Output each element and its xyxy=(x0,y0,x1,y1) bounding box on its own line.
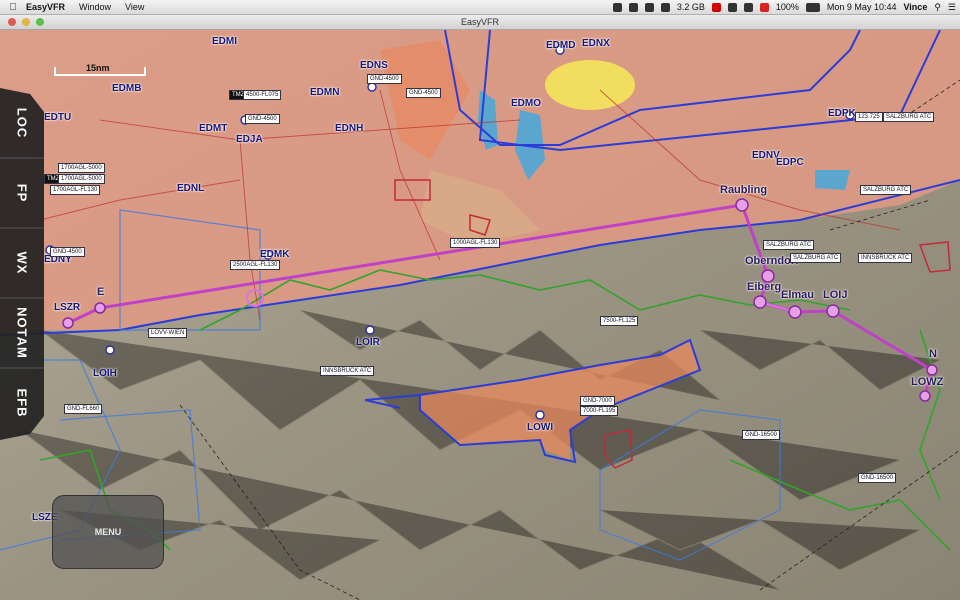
window-titlebar[interactable]: EasyVFR xyxy=(0,15,960,30)
waypoint-loij[interactable]: LOIJ xyxy=(823,289,847,301)
tag-edmt-alt: 4500-FL075 xyxy=(243,90,282,100)
zoom-icon[interactable] xyxy=(36,18,44,26)
waypoint-e[interactable]: E xyxy=(97,286,104,298)
spotlight-icon[interactable]: ⚲ xyxy=(934,2,941,13)
menu-button[interactable]: MENU xyxy=(52,495,164,569)
tab-notam-label: NOTAM xyxy=(14,307,30,359)
tag-salzburg3: SALZBURG ATC xyxy=(763,240,815,250)
airplay-icon[interactable] xyxy=(727,2,737,12)
scale-tick-right xyxy=(144,67,146,76)
airport-edmi[interactable]: EDMI xyxy=(212,36,237,47)
side-tab-bar: LOC FP WX NOTAM EFB xyxy=(0,88,44,440)
waypoint-n[interactable]: N xyxy=(929,348,937,360)
battery-readout[interactable]: 100% xyxy=(776,2,799,12)
airport-edtu[interactable]: EDTU xyxy=(44,112,71,123)
tab-efb-label: EFB xyxy=(14,388,30,418)
airport-edns[interactable]: EDNS xyxy=(360,60,388,71)
apple-icon[interactable]:  xyxy=(0,2,26,13)
tag-innsbruck2: INNSBRUCK ATC xyxy=(320,366,375,376)
record-icon[interactable] xyxy=(711,2,721,12)
vfr-map[interactable]: 15nm EDMI EDMB EDTU EDMT EDJA EDNS EDMN … xyxy=(0,30,960,600)
tag-lowi-gnd: GND-7000 xyxy=(580,396,615,406)
tab-loc[interactable]: LOC xyxy=(0,88,44,158)
tab-fp-label: FP xyxy=(14,183,30,203)
tag-gnd-16500a: GND-16500 xyxy=(742,430,781,440)
tab-loc-label: LOC xyxy=(14,107,30,139)
battery-icon[interactable] xyxy=(805,2,820,12)
system-menubar:  EasyVFR Window View 3.2 GB 100% Mon 9 … xyxy=(0,0,960,15)
munich-city-area xyxy=(545,60,635,110)
tab-wx-label: WX xyxy=(14,251,30,275)
menu-button-label: MENU xyxy=(94,527,122,537)
airport-ednl[interactable]: EDNL xyxy=(177,183,204,194)
lake-chiemsee xyxy=(815,170,850,190)
tag-salzburg4: SALZBURG ATC xyxy=(790,253,842,263)
tag-salzburg1: SALZBURG ATC xyxy=(883,112,935,122)
airport-edpk[interactable]: EDPK xyxy=(828,108,856,119)
swiss-flag-icon[interactable] xyxy=(759,2,769,12)
airport-edmd[interactable]: EDMD xyxy=(546,40,575,51)
airport-edja[interactable]: EDJA xyxy=(236,134,263,145)
menubar-status-area: 3.2 GB 100% Mon 9 May 10:44 Vince ⚲ ☰ xyxy=(612,0,956,14)
memory-readout[interactable]: 3.2 GB xyxy=(677,2,705,12)
app-icon[interactable] xyxy=(644,2,654,12)
waypoint-lowz[interactable]: LOWZ xyxy=(911,376,943,388)
airport-ednh[interactable]: EDNH xyxy=(335,123,363,134)
clock[interactable]: Mon 9 May 10:44 xyxy=(827,2,897,12)
airport-edmn[interactable]: EDMN xyxy=(310,87,339,98)
tag-lowi-fl: 7000-FL195 xyxy=(580,406,619,416)
airport-loih[interactable]: LOIH xyxy=(93,368,117,379)
user-name[interactable]: Vince xyxy=(903,2,927,12)
tag-gnd-fl660: GND-FL660 xyxy=(64,404,103,414)
tag-edny-gnd: GND-4500 xyxy=(50,247,85,257)
tag-l2: 1700AGL-5000 xyxy=(58,174,105,184)
scale-label: 15nm xyxy=(86,63,110,73)
airport-edmo[interactable]: EDMO xyxy=(511,98,541,109)
tab-notam[interactable]: NOTAM xyxy=(0,298,44,368)
airport-loir[interactable]: LOIR xyxy=(356,337,380,348)
tag-edmn-gnd: GND-4500 xyxy=(406,88,441,98)
scale-tick-left xyxy=(54,67,56,76)
menu-window[interactable]: Window xyxy=(79,2,111,12)
scale-bar xyxy=(54,74,146,76)
tag-l3: 1700AGL-FL130 xyxy=(50,185,101,195)
airport-edpc[interactable]: EDPC xyxy=(776,157,804,168)
tag-edmt-gnd: GND-4500 xyxy=(245,114,280,124)
menu-app-name[interactable]: EasyVFR xyxy=(26,2,65,12)
airport-edmb[interactable]: EDMB xyxy=(112,83,141,94)
location-icon[interactable] xyxy=(612,2,622,12)
tag-l1: 1700AGL-5000 xyxy=(58,163,105,173)
waypoint-elmau[interactable]: Elmau xyxy=(781,289,814,301)
dropbox-icon[interactable] xyxy=(628,2,638,12)
tag-route-alt: 1000AGL-FL130 xyxy=(450,238,501,248)
tag-edmk-alt: 2500AGL-FL130 xyxy=(230,260,281,270)
window-title: EasyVFR xyxy=(460,17,499,27)
tab-wx[interactable]: WX xyxy=(0,228,44,298)
airport-edmt[interactable]: EDMT xyxy=(199,123,227,134)
airport-lowi[interactable]: LOWI xyxy=(527,422,553,433)
tag-lovv: LOVV-WIEN xyxy=(148,328,188,338)
tag-lowi-7500: 7500-FL125 xyxy=(600,316,639,326)
menu-view[interactable]: View xyxy=(125,2,144,12)
airport-lszr[interactable]: LSZR xyxy=(54,302,80,313)
tag-salzburg2: SALZBURG ATC xyxy=(860,185,912,195)
waypoint-raubling[interactable]: Raubling xyxy=(720,184,767,196)
tag-salzburg1-freq: 123.725 xyxy=(855,112,883,122)
tag-gnd-16500b: GND-16500 xyxy=(858,473,897,483)
map-scale: 15nm xyxy=(54,63,146,77)
waypoint-eiberg[interactable]: Eiberg xyxy=(747,281,781,293)
close-icon[interactable] xyxy=(8,18,16,26)
airport-ednx[interactable]: EDNX xyxy=(582,38,610,49)
wifi-icon[interactable] xyxy=(743,2,753,12)
minimize-icon[interactable] xyxy=(22,18,30,26)
notification-center-icon[interactable]: ☰ xyxy=(948,2,956,13)
tab-efb[interactable]: EFB xyxy=(0,368,44,438)
airport-edmk[interactable]: EDMK xyxy=(260,249,289,260)
tag-innsbruck1: INNSBRUCK ATC xyxy=(858,253,913,263)
tab-fp[interactable]: FP xyxy=(0,158,44,228)
gauge-icon[interactable] xyxy=(660,2,670,12)
tag-edns-gnd: GND-4500 xyxy=(367,74,402,84)
